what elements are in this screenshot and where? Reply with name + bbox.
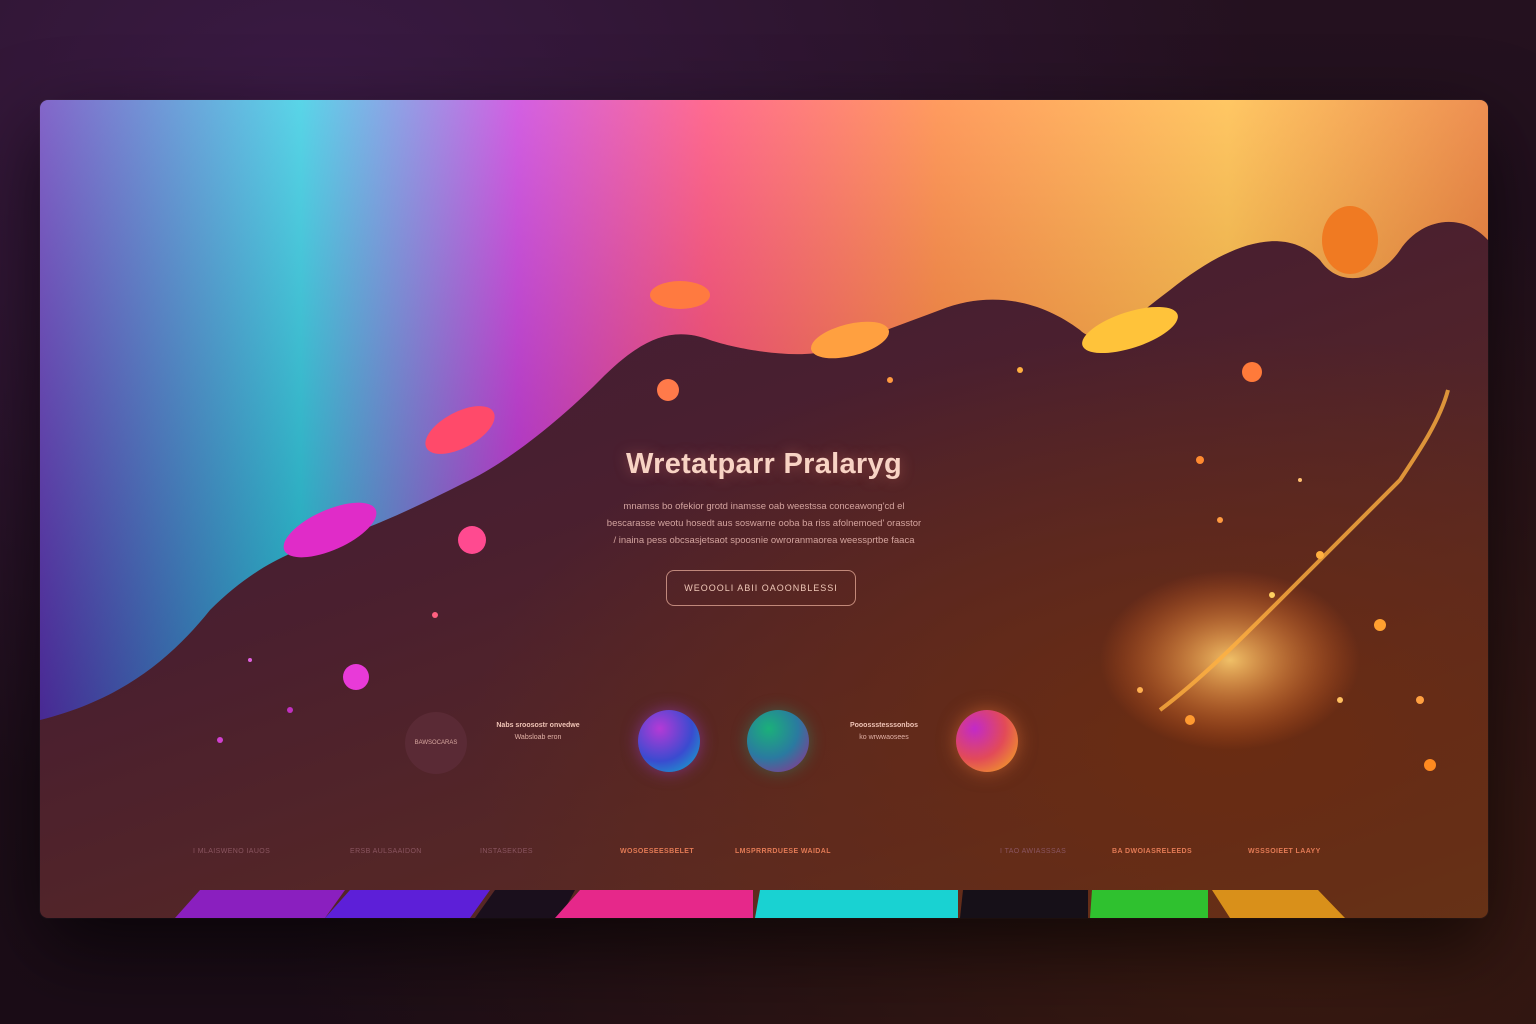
color-swatch — [755, 890, 958, 918]
footer-link[interactable]: ERSB AULSAAIDON — [350, 848, 422, 855]
feature-circle-2[interactable] — [638, 710, 700, 772]
feature-title: Pooossstesssonbos — [849, 722, 919, 729]
footer-link[interactable]: BA DWOIASRELEEDS — [1112, 848, 1192, 855]
color-swatch — [1090, 890, 1208, 918]
hero-description: mnamss bo ofekior grotd inamsse oab wees… — [570, 498, 958, 549]
color-swatch — [325, 890, 490, 918]
feature-subtitle: ko wrwwaosees — [859, 734, 909, 741]
color-swatch — [555, 890, 753, 918]
color-swatch-bar — [175, 890, 1345, 918]
feature-text-2: Pooossstesssonbos ko wrwwaosees — [834, 720, 934, 744]
footer-link[interactable]: INSTASEKDES — [480, 848, 533, 855]
feature-text-1: Nabs sroosostr onvedwe Wabsloab eron — [488, 720, 588, 744]
feature-circle-3[interactable] — [747, 710, 809, 772]
feature-title: Nabs sroosostr onvedwe — [496, 722, 580, 729]
hero-cta-button[interactable]: WEOOOLI ABII OAOONBLESSI — [666, 570, 856, 606]
app-stage: Wretatparr Pralaryg mnamss bo ofekior gr… — [0, 0, 1536, 1024]
footer-nav: I MLAISWENO IAUOS ERSB AULSAAIDON INSTAS… — [40, 848, 1488, 868]
color-swatch — [175, 890, 345, 918]
feature-subtitle: Wabsloab eron — [514, 734, 562, 741]
hero-description-line: / inaina pess obcsasjetsaot spoosnie owr… — [613, 535, 915, 546]
footer-link[interactable]: I TAO AWIASSSAS — [1000, 848, 1066, 855]
hero-description-line: bescarasse weotu hosedt aus soswarne oob… — [606, 518, 922, 529]
hero-description-line: mnamss bo ofekior grotd inamsse oab wees… — [623, 501, 905, 512]
footer-link[interactable]: LMSPRRRDUESE WAIDAL — [735, 848, 831, 855]
feature-circle-1[interactable]: BAWSOCARAS — [405, 712, 467, 774]
feature-circle-4[interactable] — [956, 710, 1018, 772]
hero-headline: Wretatparr Pralaryg — [626, 448, 902, 480]
footer-link[interactable]: I MLAISWENO IAUOS — [193, 848, 270, 855]
footer-link[interactable]: WOSOESEESBELET — [620, 848, 694, 855]
feature-circle-label: BAWSOCARAS — [414, 740, 458, 746]
color-swatch — [1212, 890, 1345, 918]
color-swatch — [960, 890, 1088, 918]
footer-link[interactable]: WSSSOIEET LAAYY — [1248, 848, 1321, 855]
website-preview-window: Wretatparr Pralaryg mnamss bo ofekior gr… — [40, 100, 1488, 918]
